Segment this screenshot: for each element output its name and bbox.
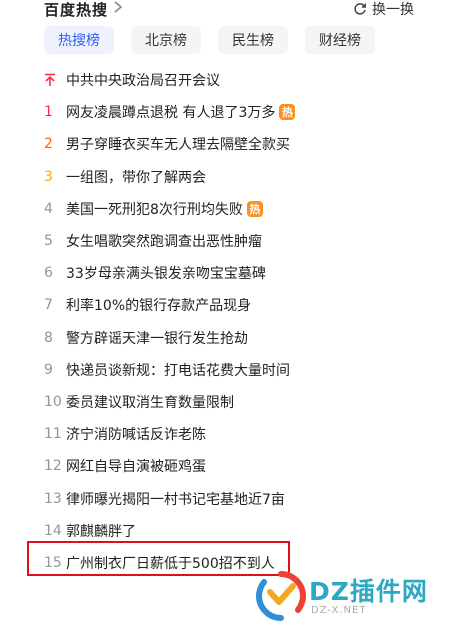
list-item[interactable]: 2 男子穿睡衣买车无人理去隔壁全款买 [44, 128, 424, 160]
tab-beijing[interactable]: 北京榜 [131, 26, 201, 54]
chevron-right-icon[interactable] [112, 0, 124, 14]
tab-finance[interactable]: 财经榜 [305, 26, 375, 54]
list-item[interactable]: 6 33岁母亲满头银发亲吻宝宝墓碑 [44, 257, 424, 289]
tab-hot-search[interactable]: 热搜榜 [44, 26, 114, 54]
rank-number: 2 [44, 136, 53, 153]
hot-badge: 热 [246, 200, 263, 217]
list-item-text: 快递员谈新规：打电话花费大量时间 [66, 362, 290, 379]
list-item-text: 委员建议取消生育数量限制 [66, 394, 234, 411]
list-item[interactable]: 9 快递员谈新规：打电话花费大量时间 [44, 354, 424, 386]
list-item[interactable]: 3 一组图，带你了解两会 [44, 161, 424, 193]
list-item[interactable]: 1 网友凌晨蹲点退税 有人退了3万多 热 [44, 96, 424, 128]
pin-top-icon [45, 73, 55, 87]
rank-number: 6 [44, 265, 53, 282]
list-item-text: 利率10%的银行存款产品现身 [66, 298, 252, 315]
list-item-text: 网红自导自演被砸鸡蛋 [66, 459, 206, 476]
rank-number: 10 [44, 393, 62, 410]
watermark: DZ插件网 DZ-X.NET [255, 568, 441, 628]
list-item[interactable]: 10 委员建议取消生育数量限制 [44, 386, 424, 418]
rank-number: 11 [44, 426, 62, 443]
list-item-text: 33岁母亲满头银发亲吻宝宝墓碑 [66, 266, 266, 283]
rank-number: 12 [44, 458, 62, 475]
rank-number: 9 [44, 361, 53, 378]
rank-number: 5 [44, 233, 53, 250]
list-item-text: 济宁消防喊话反诈老陈 [66, 427, 206, 444]
tab-livelihood[interactable]: 民生榜 [218, 26, 288, 54]
refresh-icon [354, 3, 366, 15]
list-item[interactable]: 7 利率10%的银行存款产品现身 [44, 289, 424, 321]
list-item-text: 一组图，带你了解两会 [66, 169, 206, 186]
rank-number: 8 [44, 329, 53, 346]
watermark-text: DZ插件网 [309, 577, 428, 606]
rank-number: 3 [44, 168, 53, 185]
list-item[interactable]: 13 律师曝光揭阳一村书记宅基地近7亩 [44, 482, 424, 514]
rank-number: 4 [44, 200, 53, 217]
hot-search-list: 中共中央政治局召开会议 1 网友凌晨蹲点退税 有人退了3万多 热 2 男子穿睡衣… [44, 64, 424, 579]
refresh-label: 换一换 [372, 2, 414, 18]
hot-search-title[interactable]: 百度热搜 [44, 0, 108, 20]
list-item[interactable]: 5 女生唱歌突然跑调查出恶性肿瘤 [44, 225, 424, 257]
list-item-text: 男子穿睡衣买车无人理去隔壁全款买 [66, 137, 290, 154]
list-item[interactable]: 4 美国一死刑犯8次行刑均失败 热 [44, 193, 424, 225]
rank-number: 1 [44, 104, 53, 121]
list-item-text: 网友凌晨蹲点退税 有人退了3万多 [66, 105, 276, 122]
highlight-box [27, 541, 290, 576]
list-item-text: 郭麒麟胖了 [66, 523, 136, 540]
list-item-text: 警方辟谣天津一银行发生抢劫 [66, 330, 248, 347]
list-item-text: 律师曝光揭阳一村书记宅基地近7亩 [66, 491, 285, 508]
watermark-subtext: DZ-X.NET [311, 605, 367, 616]
hot-badge: 热 [279, 104, 296, 121]
list-item-text: 美国一死刑犯8次行刑均失败 [66, 201, 243, 218]
dz-logo-icon [255, 571, 307, 621]
list-item[interactable]: 11 济宁消防喊话反诈老陈 [44, 418, 424, 450]
rank-number: 7 [44, 297, 53, 314]
rank-number: 14 [44, 522, 62, 539]
tab-bar: 热搜榜 北京榜 民生榜 财经榜 [44, 26, 392, 54]
hot-search-header: 百度热搜 换一换 [44, 0, 414, 20]
pinned-rank [44, 73, 66, 87]
list-item-pinned[interactable]: 中共中央政治局召开会议 [44, 64, 424, 96]
list-item[interactable]: 8 警方辟谣天津一银行发生抢劫 [44, 322, 424, 354]
list-item-text: 中共中央政治局召开会议 [66, 73, 220, 90]
list-item[interactable]: 12 网红自导自演被砸鸡蛋 [44, 450, 424, 482]
rank-number: 13 [44, 490, 62, 507]
refresh-button[interactable]: 换一换 [353, 0, 414, 19]
list-item-text: 女生唱歌突然跑调查出恶性肿瘤 [66, 234, 262, 251]
